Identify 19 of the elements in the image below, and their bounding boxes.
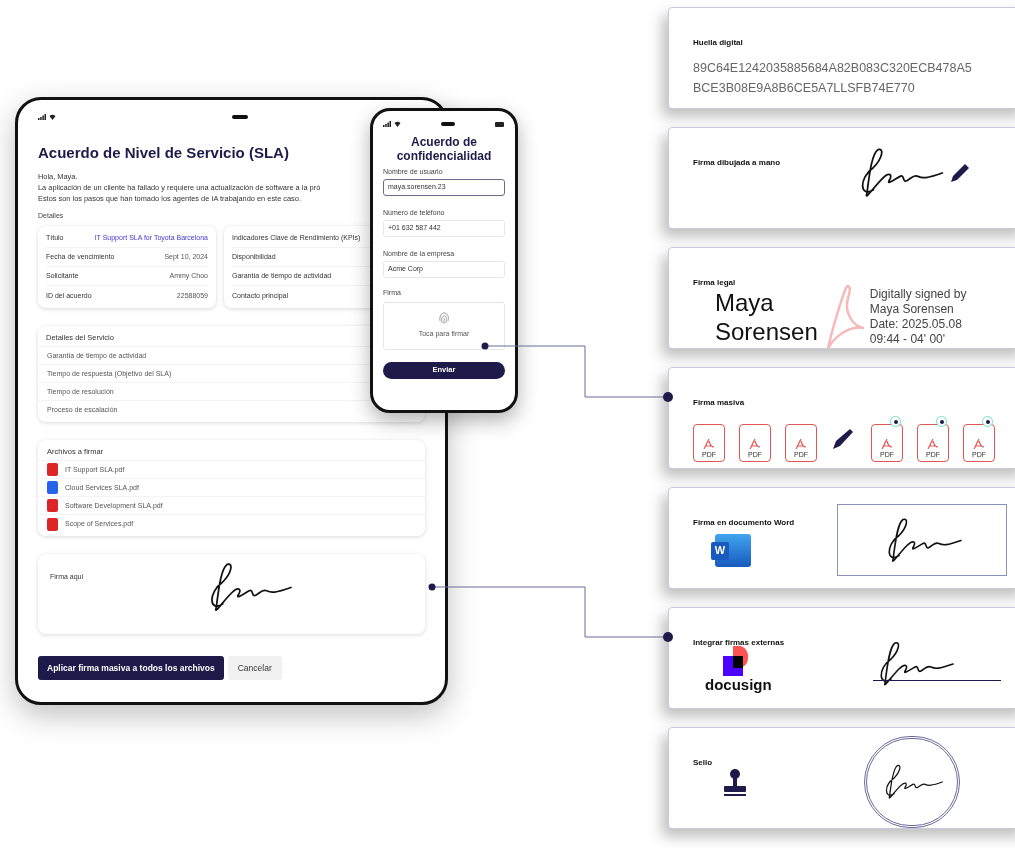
- feature-title: Sello: [693, 758, 713, 767]
- form-title: Acuerdo de confidencialidad: [395, 135, 493, 163]
- feature-title: Integrar firmas externas: [693, 638, 785, 647]
- feature-title: Firma en documento Word: [693, 518, 795, 527]
- signature-info: 09:44 - 04' 00': [869, 332, 947, 347]
- feature-title: Huella digital: [693, 38, 743, 47]
- signature-info: Maya Sorensen: [869, 302, 955, 317]
- hash-text: 89C64E1242035885684A82B083C320ECB478A5: [693, 60, 973, 77]
- signer-name: Maya: [715, 288, 774, 317]
- feature-title: Firma dibujada a mano: [693, 158, 781, 167]
- signature-info: Date: 2025.05.08: [869, 317, 963, 332]
- signer-name: Sorensen: [715, 317, 818, 346]
- feature-title: Firma masiva: [693, 398, 745, 407]
- cancel-button[interactable]: Cancelar: [227, 656, 282, 681]
- logo-text: docusign: [705, 676, 772, 694]
- apply-button[interactable]: Aplicar firma masiva a todos los archivos: [38, 656, 224, 681]
- feature-title: Firma legal: [693, 278, 736, 287]
- hash-text: BCE3B08E9A8B6CE5A7LLSFB74E770: [693, 80, 916, 97]
- signature-info: Digitally signed by: [869, 287, 967, 302]
